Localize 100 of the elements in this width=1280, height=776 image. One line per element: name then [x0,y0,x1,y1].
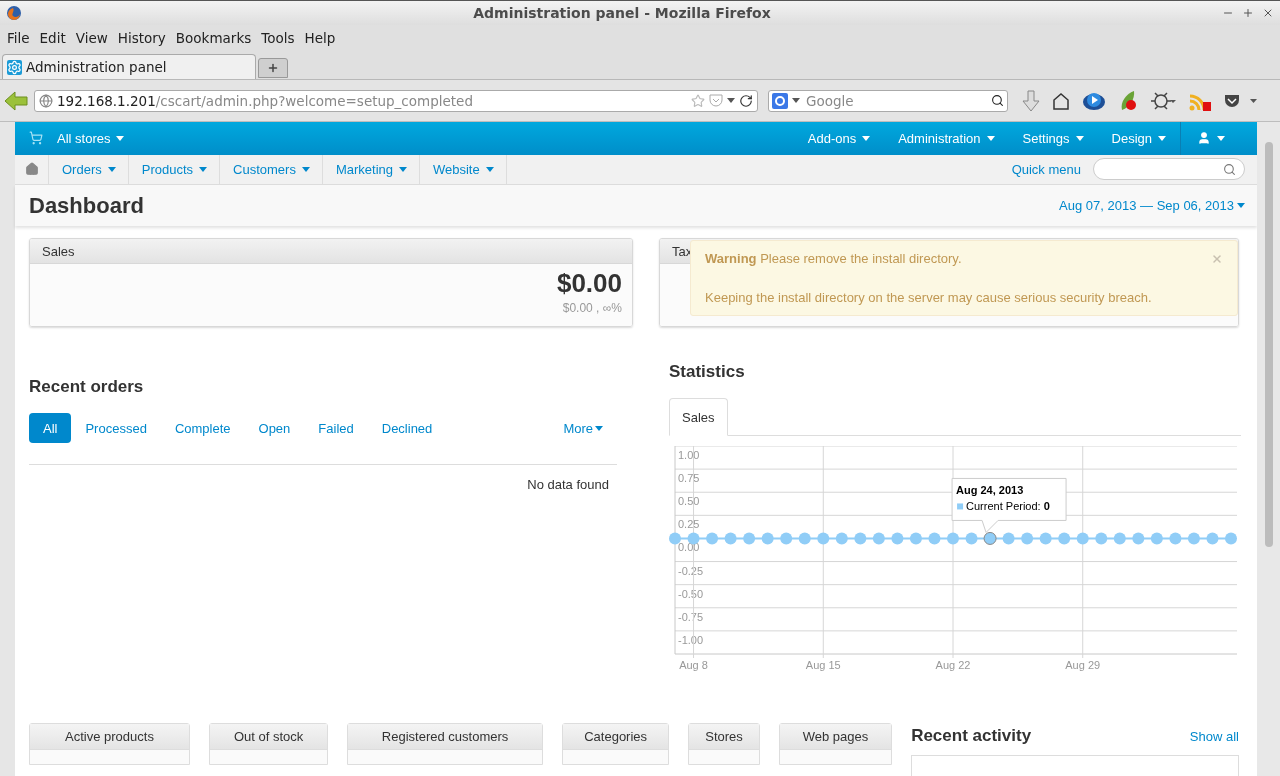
order-filter-tab[interactable]: All [29,413,72,443]
search-input[interactable]: Google [804,91,987,110]
data-point [928,532,941,545]
download-arrow-icon[interactable] [1022,89,1040,112]
card-title: Sales [42,243,75,259]
caret-icon [485,166,494,172]
nav-menu-item[interactable]: Website [420,154,507,185]
legend-marker [957,503,964,510]
data-point [1187,532,1200,545]
show-all-link[interactable]: Show all [1189,728,1239,744]
caret-icon [1237,203,1245,209]
tooltip-date: Aug 24, 2013 [956,484,1024,497]
search-icon[interactable] [991,94,1004,107]
nav-menu-item[interactable]: Marketing [322,154,420,185]
data-point [835,532,848,545]
panel-title: Active products [65,729,154,744]
nav-menu-item[interactable]: Orders [49,154,129,185]
home-icon[interactable] [1052,91,1070,110]
browser-tab[interactable]: Administration panel [2,54,256,79]
address-bar[interactable]: 192.168.1.201/cscart/admin.php?welcome=setup_completed [34,89,758,112]
search-field[interactable]: Google [768,89,1008,112]
data-point [1095,532,1108,545]
data-point [891,532,904,545]
reload-icon[interactable] [739,93,753,108]
menu-item[interactable]: Bookmarks [171,30,256,46]
nav-menu-item[interactable]: Products [128,154,221,185]
caret-icon [595,425,603,431]
warning-message: Warning Please remove the install directory. [705,251,962,266]
axis-tick-label: 0.00 [678,541,700,554]
menu-item[interactable]: View [71,30,112,46]
caret-icon [727,98,735,103]
data-point [706,532,719,545]
new-tab-button[interactable] [258,58,288,78]
data-point [1021,532,1034,545]
empty-message: No data found [526,476,610,492]
data-point [817,532,830,545]
caret-icon [1217,135,1225,141]
scrollbar[interactable] [1257,122,1280,776]
menu-item[interactable]: Tools [257,30,299,46]
axis-tick-label: Aug 22 [935,659,971,671]
tooltip-value: Current Period: 0 [966,500,1050,513]
data-point [1002,532,1015,545]
top-menu-item[interactable]: Administration [884,122,1009,155]
caret-icon [399,166,407,172]
data-point [1076,532,1089,545]
data-point [1206,532,1219,545]
close-icon[interactable] [1262,7,1274,19]
user-icon [1197,131,1211,146]
back-arrow-icon[interactable] [4,90,28,111]
axis-tick-label: 0.25 [678,518,700,531]
caret-icon [1075,135,1084,141]
order-filter-tab[interactable]: Failed [304,413,368,443]
top-menu-item[interactable]: Settings [1008,122,1098,155]
order-filter-tab[interactable]: Complete [160,413,245,443]
order-filter-tab[interactable]: Processed [71,413,161,443]
data-point [1150,532,1163,545]
google-icon [772,92,788,109]
cart-icon[interactable] [29,131,43,146]
play-disc-icon[interactable] [1082,90,1106,111]
data-point [1225,532,1237,545]
quick-search-field[interactable] [1093,158,1245,181]
data-point [724,532,737,545]
plus-icon [267,62,279,74]
menu-item[interactable]: Edit [35,30,70,46]
data-point [798,532,811,545]
order-filter-tab[interactable]: Declined [367,413,447,443]
data-point [1113,532,1126,545]
data-point [780,532,793,545]
order-filter-tab[interactable]: Open [244,413,305,443]
window-title: Administration panel - Mozilla Firefox [472,5,772,21]
axis-tick-label: 0.50 [678,495,700,508]
quick-menu-link[interactable]: Quick menu [1011,161,1081,177]
panel-title: Categories [584,729,648,744]
top-menu-item[interactable]: Design [1097,122,1180,155]
nav-menu-item[interactable]: Customers [220,154,323,185]
menu-item[interactable]: File [3,30,34,46]
caret-icon [199,166,208,172]
top-menu-item[interactable]: Add-ons [793,122,885,155]
axis-tick-label: -1.00 [678,633,704,646]
menu-item[interactable]: History [113,30,170,46]
scrollbar-thumb[interactable] [1264,142,1273,547]
section-title: Recent orders [29,377,145,397]
store-menu[interactable]: All stores [43,122,139,155]
data-point [669,532,681,545]
chart-tab[interactable]: Sales [669,398,728,436]
network-gadget-icon[interactable] [1150,89,1176,112]
caret-icon [116,135,125,141]
pocket-icon[interactable] [1224,92,1258,109]
card-detail: $0.00 , ∞% [562,301,622,315]
caret-icon [862,135,871,141]
star-icon[interactable] [691,93,705,108]
search-icon [1223,162,1236,176]
panel-title: Stores [705,729,743,744]
date-range-picker[interactable]: Aug 07, 2013 — Sep 06, 2013 [1059,198,1245,214]
data-point [983,531,997,545]
menu-item[interactable]: Help [300,30,340,46]
maximize-icon[interactable] [1242,7,1254,19]
data-point [909,532,922,545]
caret-icon [107,166,116,172]
more-dropdown[interactable]: More [563,420,603,436]
